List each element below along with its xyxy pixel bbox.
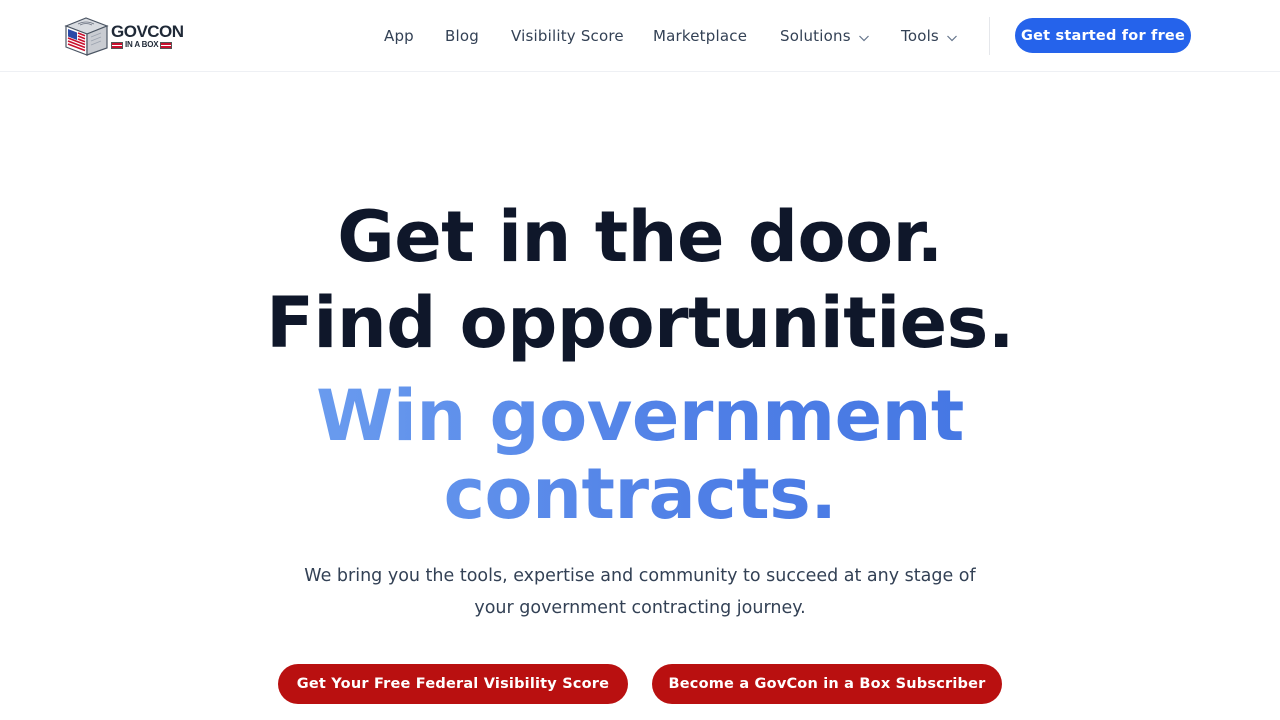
chevron-down-icon [858,30,870,42]
nav-item-label: Tools [901,27,939,45]
govcon-box-logo-icon [63,15,109,57]
nav-item-blog[interactable]: Blog [445,26,479,46]
nav-divider [989,17,990,55]
hero-heading-line-3: Win government [0,376,1280,456]
logo-wordmark: GOVCON IN A BOX [111,23,184,49]
govcon-logo[interactable]: GOVCON IN A BOX [63,15,184,57]
logo-main-text: GOVCON [111,22,184,41]
nav-item-label: App [384,27,414,45]
nav-item-label: Solutions [780,27,851,45]
visibility-score-button[interactable]: Get Your Free Federal Visibility Score [278,664,628,704]
logo-sub-text: IN A BOX [125,40,159,49]
flag-stripe-icon [111,41,123,49]
chevron-down-icon [946,30,958,42]
hero-heading-line-2: Find opportunities. [266,282,1014,364]
nav-item-marketplace[interactable]: Marketplace [653,26,747,46]
get-started-button[interactable]: Get started for free [1015,18,1191,53]
hero-gradient-text: Win government [316,375,964,457]
nav-item-tools[interactable]: Tools [901,26,958,46]
hero-subtitle-line-2: your government contracting journey. [474,598,806,618]
nav-item-app[interactable]: App [384,26,414,46]
nav-item-label: Blog [445,27,479,45]
hero-heading-line-4: contracts. [0,454,1280,534]
hero-heading-line-1: Get in the door. [337,196,943,278]
subscribe-button[interactable]: Become a GovCon in a Box Subscriber [652,664,1002,704]
nav-item-visibility-score[interactable]: Visibility Score [511,26,624,46]
hero-gradient-text: contracts. [443,453,837,535]
nav-item-solutions[interactable]: Solutions [780,26,870,46]
nav-item-label: Visibility Score [511,27,624,45]
logo-sub-row: IN A BOX [111,41,184,49]
hero-subtitle-line-1: We bring you the tools, expertise and co… [304,566,976,586]
flag-stripe-icon [160,41,173,49]
site-header: GOVCON IN A BOX App Blog Visibility Scor… [0,0,1280,72]
nav-item-label: Marketplace [653,27,748,45]
